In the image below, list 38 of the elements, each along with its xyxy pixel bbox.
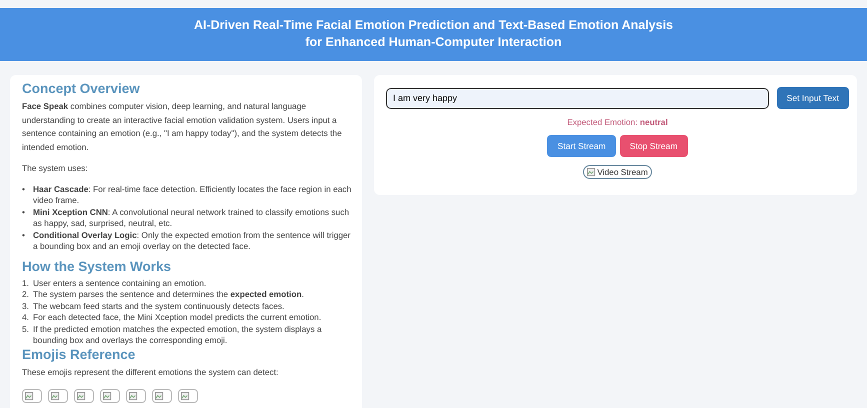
step-number: 4. bbox=[22, 312, 30, 324]
broken-image-icon bbox=[152, 389, 172, 403]
bullet-marker: • bbox=[22, 206, 26, 218]
list-item: Haar Cascade: For real-time face detection. Efficiently locates the face region in each video frame. bbox=[33, 184, 352, 206]
list-item: User enters a sentence containing an emotion. bbox=[33, 278, 206, 289]
list-item: The system parses the sentence and determines the expected emotion. bbox=[33, 289, 304, 300]
list-item: Conditional Overlay Logic: Only the expected emotion from the sentence will trigger a bounding box and an emoji overlay on the detected face. bbox=[33, 230, 352, 252]
list-item: For each detected face, the Mini Xception model predicts the current emotion. bbox=[33, 312, 322, 324]
list-item: The webcam feed starts and the system continuously detects faces. bbox=[33, 300, 284, 312]
bullet-marker: • bbox=[22, 230, 26, 242]
section-heading: Emojis Reference bbox=[22, 346, 136, 362]
broken-image-icon bbox=[100, 389, 120, 403]
section-heading: How the System Works bbox=[22, 258, 172, 274]
image-alt-text: Video Stream bbox=[597, 167, 648, 177]
paragraph: Face Speak combines computer vision, deep learning, and natural language understanding to create an interactive facial emotion validation system. Users input a sentence containing an emotion (e.g., "I am happy today"), and the system detects the intended emotion. bbox=[22, 100, 343, 154]
broken-image-icon bbox=[587, 168, 596, 176]
step-number: 2. bbox=[22, 289, 30, 300]
stop-stream-button[interactable]: Stop Stream bbox=[620, 135, 688, 157]
list-item: Mini Xception CNN: A convolutional neural network trained to classify emotions such as happy, sad, surprised, neutral, etc. bbox=[33, 206, 350, 230]
paragraph: These emojis represent the different emotions the system can detect: bbox=[22, 366, 280, 379]
step-number: 3. bbox=[22, 300, 30, 312]
expected-emotion-label: Expected Emotion: neutral bbox=[567, 117, 668, 127]
bullet-marker: • bbox=[22, 184, 26, 196]
section-heading: Concept Overview bbox=[22, 81, 141, 96]
page-title: for Enhanced Human-Computer Interaction bbox=[304, 34, 563, 51]
step-number: 1. bbox=[22, 278, 30, 289]
text-input-field[interactable]: I am very happy bbox=[386, 88, 769, 108]
broken-image-icon bbox=[74, 389, 94, 403]
start-stream-button[interactable]: Start Stream bbox=[547, 135, 616, 157]
broken-image-icon bbox=[22, 389, 42, 403]
paragraph: The system uses: bbox=[22, 162, 89, 175]
list-item: If the predicted emotion matches the expected emotion, the system displays a bounding box and overlays the corresponding emoji. bbox=[33, 324, 323, 346]
broken-image-icon bbox=[48, 389, 68, 403]
broken-image-icon bbox=[178, 389, 198, 403]
step-number: 5. bbox=[22, 324, 30, 336]
broken-image-icon bbox=[126, 389, 146, 403]
set-input-button[interactable]: Set Input Text bbox=[776, 87, 849, 109]
page-title: AI-Driven Real-Time Facial Emotion Prediction and Text-Based Emotion Analysis bbox=[192, 17, 674, 34]
